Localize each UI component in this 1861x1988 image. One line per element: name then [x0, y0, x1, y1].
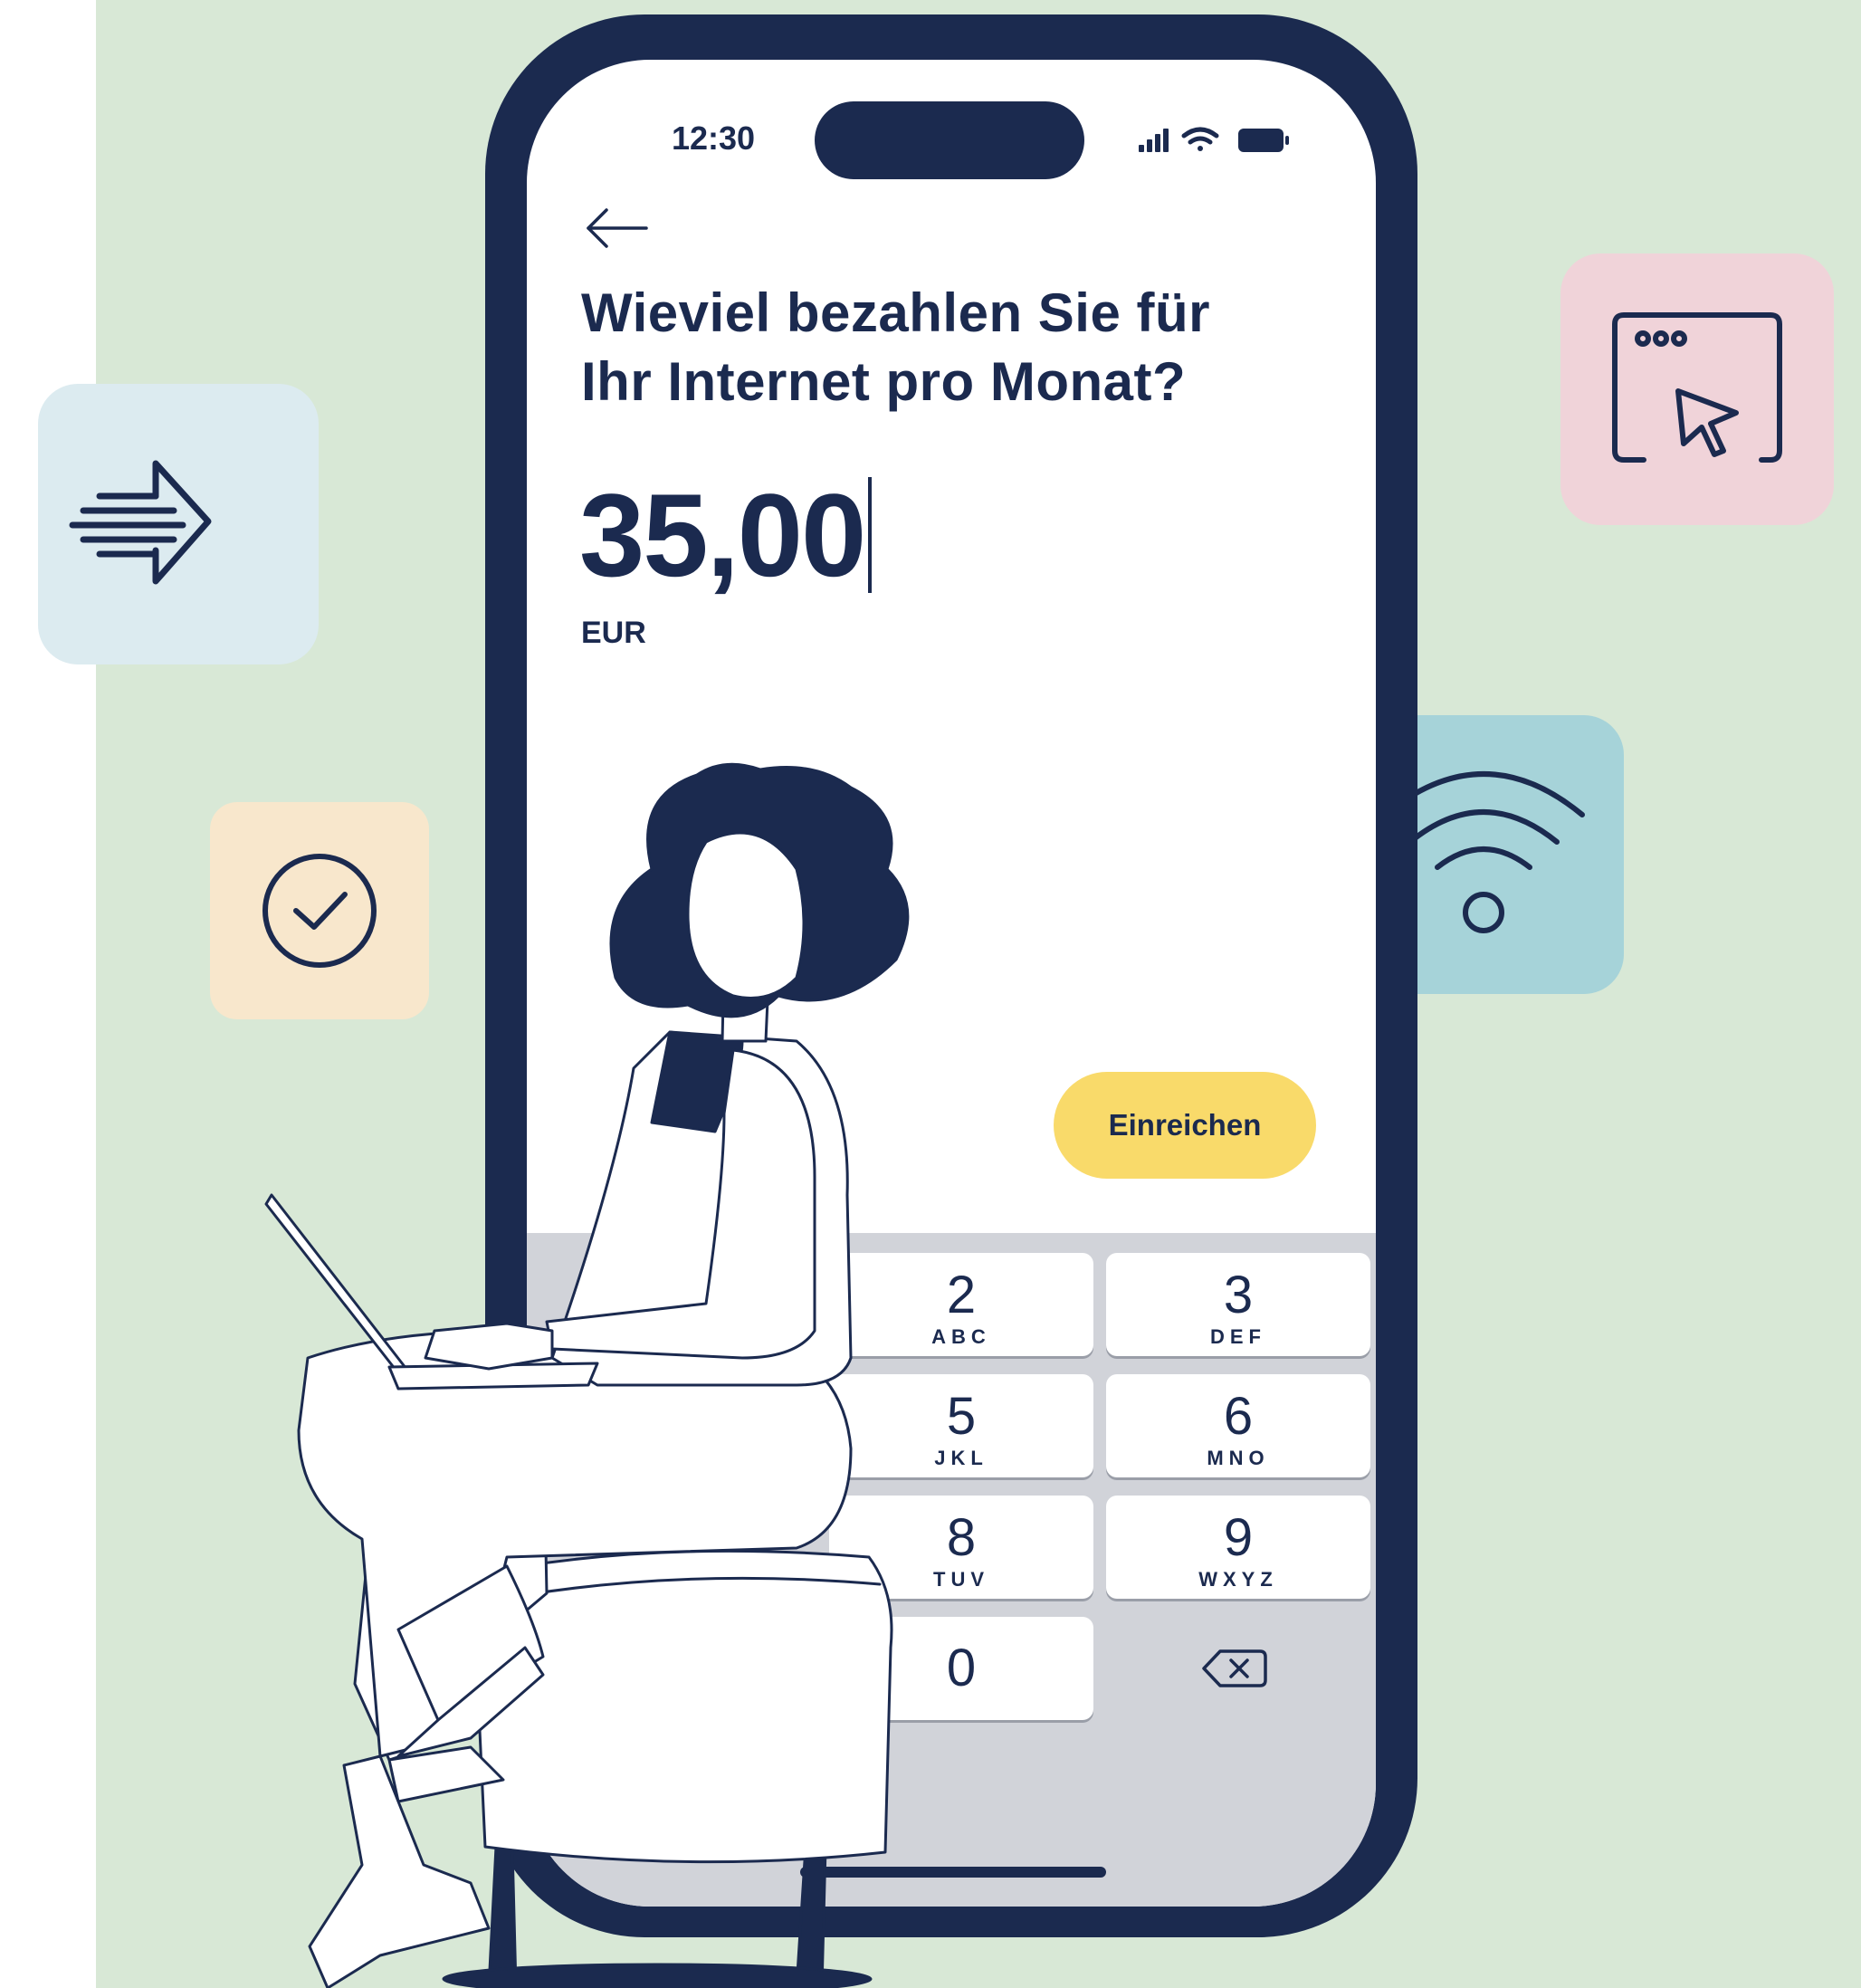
browser-cursor-icon	[1612, 312, 1782, 463]
back-button[interactable]	[585, 201, 650, 255]
key-digit: 3	[1223, 1266, 1254, 1324]
backspace-icon	[1202, 1649, 1267, 1687]
browser-cursor-tile	[1560, 253, 1834, 525]
home-indicator	[800, 1867, 1106, 1878]
key-0[interactable]: 0	[829, 1617, 1093, 1720]
key-digit: 5	[946, 1387, 977, 1446]
key-letters: ABC	[931, 1325, 991, 1348]
key-digit: 0	[946, 1639, 977, 1697]
phone-screen: 12:30 Wieviel bezahlen Sie für Ihr Inter…	[527, 60, 1376, 1907]
key-6[interactable]: 6 MNO	[1106, 1374, 1370, 1477]
key-9[interactable]: 9 WXYZ	[1106, 1496, 1370, 1599]
key-5[interactable]: 5 JKL	[829, 1374, 1093, 1477]
amount-value: 35,00	[579, 469, 866, 601]
wifi-status-icon	[1181, 127, 1219, 151]
key-digit: 6	[1223, 1387, 1254, 1446]
key-digit: 8	[946, 1508, 977, 1567]
key-letters: JKL	[934, 1447, 988, 1469]
text-cursor	[868, 477, 873, 593]
key-digit: 9	[1223, 1508, 1254, 1567]
currency-label: EUR	[581, 616, 646, 650]
key-letters: TUV	[933, 1568, 989, 1591]
checkmark-tile	[210, 802, 429, 1019]
arrow-left-icon	[587, 208, 648, 248]
fast-forward-arrow-tile	[38, 384, 319, 664]
question-line-1: Wieviel bezahlen Sie für	[581, 282, 1210, 343]
submit-button[interactable]: Einreichen	[1054, 1072, 1316, 1179]
question-heading: Wieviel bezahlen Sie für Ihr Internet pr…	[581, 279, 1305, 416]
key-digit: 2	[946, 1266, 977, 1324]
question-line-2: Ihr Internet pro Monat?	[581, 351, 1187, 412]
delete-key[interactable]	[1106, 1617, 1370, 1720]
checkmark-circle-icon	[262, 854, 377, 968]
key-8[interactable]: 8 TUV	[829, 1496, 1093, 1599]
key-3[interactable]: 3 DEF	[1106, 1253, 1370, 1356]
key-letters: DEF	[1210, 1325, 1266, 1348]
signal-bars-icon	[1139, 129, 1169, 152]
key-letters: WXYZ	[1198, 1568, 1278, 1591]
battery-icon	[1238, 129, 1289, 152]
fast-forward-arrow-icon	[69, 460, 212, 585]
amount-input[interactable]: 35,00	[579, 467, 873, 603]
status-time: 12:30	[672, 119, 756, 157]
phone-frame: 12:30 Wieviel bezahlen Sie für Ihr Inter…	[485, 14, 1417, 1937]
key-2[interactable]: 2 ABC	[829, 1253, 1093, 1356]
key-letters: MNO	[1207, 1447, 1270, 1469]
dynamic-island	[815, 101, 1084, 179]
numeric-keypad: 2 ABC 3 DEF 5 JKL 6 MNO 8 TUV 9 WXYZ 0	[527, 1233, 1376, 1907]
status-icons	[1139, 127, 1289, 152]
